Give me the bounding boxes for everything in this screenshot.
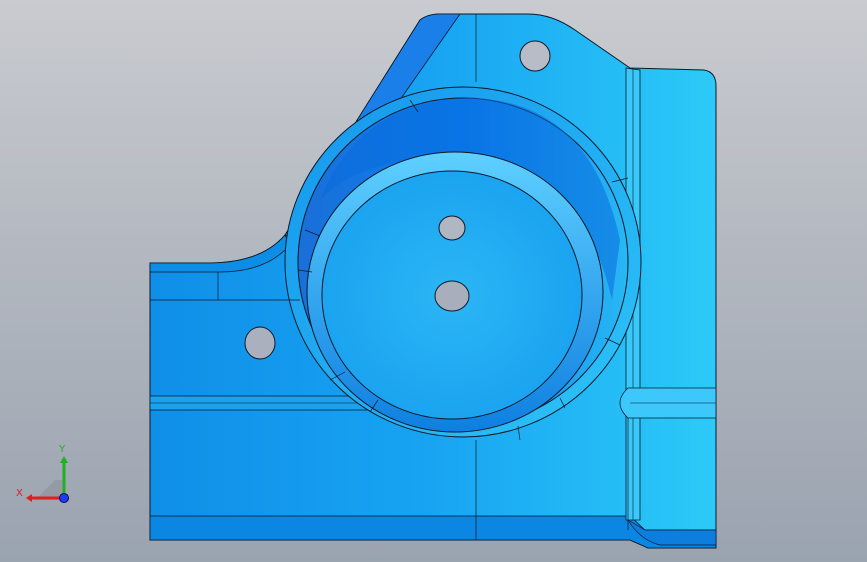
mounting-hole-top[interactable]: [519, 40, 551, 72]
center-hole-upper[interactable]: [438, 215, 466, 241]
part-model[interactable]: [0, 0, 867, 562]
x-axis-label: X: [16, 488, 23, 499]
y-axis-head: [60, 456, 68, 463]
coordinate-triad: X Y: [16, 444, 69, 503]
graphics-viewport[interactable]: X Y: [0, 0, 867, 562]
mounting-hole-left[interactable]: [244, 326, 276, 360]
center-hole-lower[interactable]: [434, 280, 470, 312]
y-axis-label: Y: [58, 444, 66, 455]
z-axis-origin: [59, 493, 69, 503]
bottom-rim: [149, 515, 717, 549]
x-axis-head: [26, 494, 32, 502]
